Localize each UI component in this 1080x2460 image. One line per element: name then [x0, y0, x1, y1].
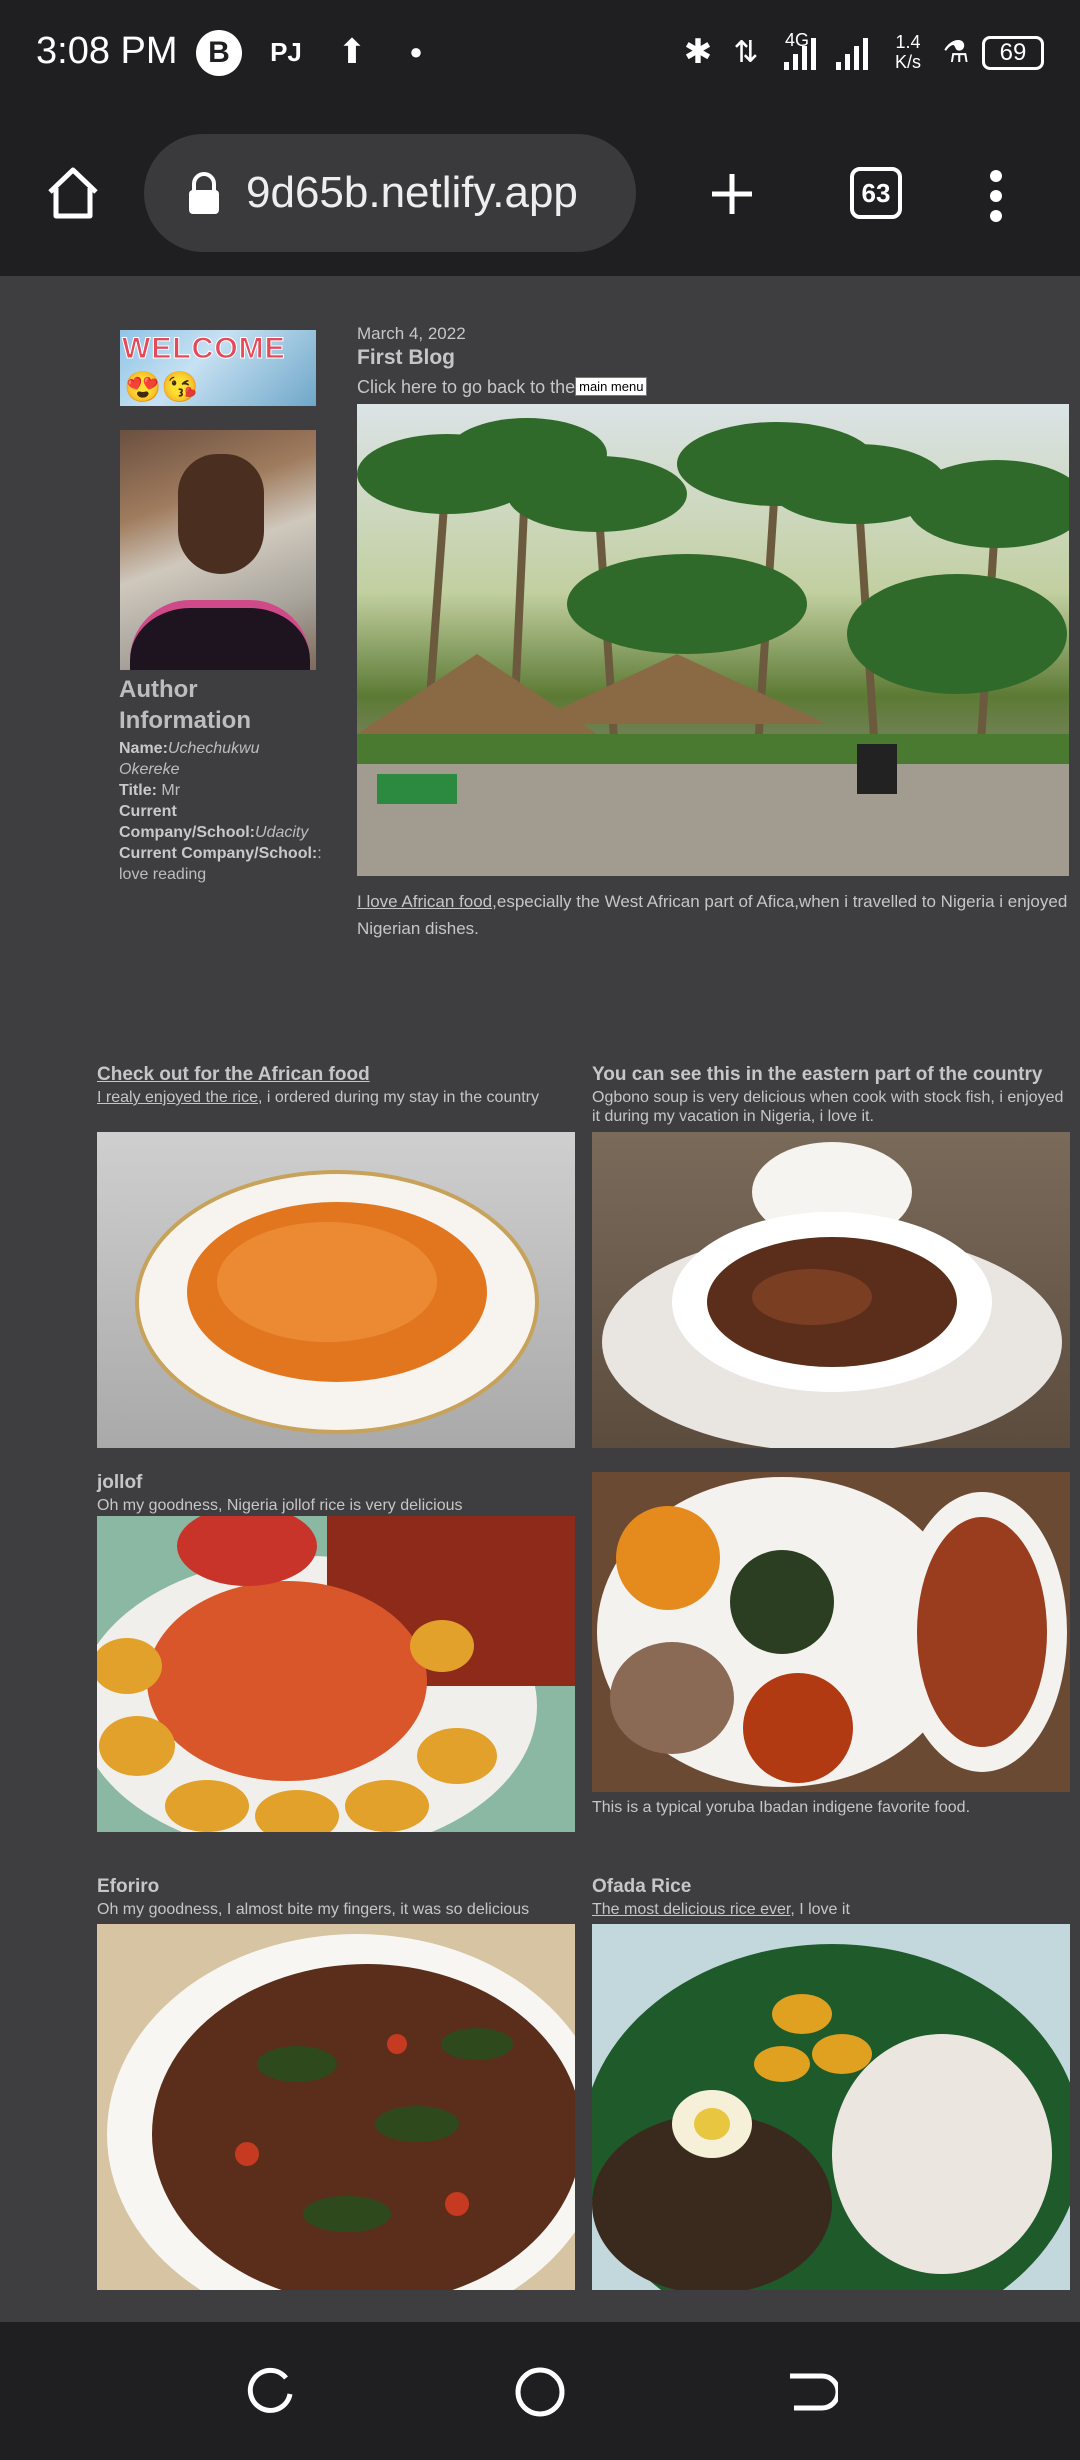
author-face [178, 454, 264, 574]
network-speed: 1.4 K/s [894, 32, 921, 72]
back-text-label: Click here to go back to the [357, 377, 576, 397]
welcome-emoji: 😍😘 [124, 371, 199, 404]
food1-subtitle-text: , i ordered during my stay in the countr… [257, 1089, 540, 1106]
flask-icon: ⚗ [942, 35, 970, 69]
amala-ewedu-image [592, 1472, 1070, 1792]
welcome-text: WELCOME [122, 332, 286, 366]
new-tab-icon[interactable] [708, 170, 756, 218]
food6-subtitle: The most delicious rice ever, I love it [592, 1900, 1070, 1919]
food3-subtitle: Oh my goodness, Nigeria jollof rice is v… [97, 1497, 463, 1514]
bluetooth-icon: ✱ [683, 33, 713, 71]
food1-link[interactable]: I realy enjoyed the rice [97, 1089, 258, 1106]
food2-subtitle: Ogbono soup is very delicious when cook … [592, 1089, 1064, 1125]
home-nav-icon[interactable] [512, 2364, 568, 2420]
food6-link[interactable]: The most delicious rice ever [592, 1901, 790, 1918]
palm-trees-graphic [357, 418, 1069, 876]
tab-switcher-button[interactable]: 63 [850, 167, 902, 219]
company-label: Current Company/School: [119, 803, 256, 841]
eforiro-bowl-graphic [107, 1934, 575, 2290]
app-icon: PJ [270, 36, 302, 67]
food5-title: Eforiro [97, 1876, 160, 1897]
blog-caption: I love African food,especially the West … [357, 888, 1069, 942]
caption-link[interactable]: I love African food [357, 892, 492, 911]
welcome-image: WELCOME 😍😘 [120, 330, 316, 406]
upload-icon: ⬆ [337, 33, 367, 71]
recent-apps-icon[interactable] [242, 2364, 298, 2420]
more-menu-icon[interactable] [984, 168, 1008, 224]
ofada-rice-image [592, 1924, 1070, 2290]
url-text[interactable]: 9d65b.netlify.app [246, 168, 578, 218]
battery-level: 69 [999, 39, 1027, 66]
lock-icon [189, 172, 219, 214]
status-time: 3:08 PM [36, 30, 178, 72]
system-nav-bar [0, 2322, 1080, 2460]
name-label: Name: [119, 740, 168, 757]
back-nav-icon[interactable] [782, 2364, 838, 2420]
soup-bowl-graphic [602, 1142, 1062, 1448]
author-shirt [130, 600, 310, 670]
data-transfer-icon: ⇅ [733, 35, 759, 69]
blog-title: First Blog [357, 346, 455, 369]
beach-hero-image [357, 404, 1069, 876]
ofada-leaf-graphic [592, 1944, 1070, 2290]
blog-date: March 4, 2022 [357, 324, 466, 343]
food6-subtitle-text: , I love it [790, 1901, 850, 1918]
author-info: Name:Uchechukwu Okereke Title: Mr Curren… [119, 738, 324, 885]
status-bar: 3:08 PM B PJ ⬆ ● ✱ ⇅ 4G 1.4 K/s ⚗ 69 [0, 0, 1080, 110]
jollof-plate-graphic [97, 1516, 575, 1832]
address-bar[interactable]: 9d65b.netlify.app [144, 134, 636, 252]
battery-icon: 69 [982, 36, 1044, 70]
company-value: Udacity [255, 824, 309, 841]
home-icon[interactable] [44, 164, 102, 222]
title-label: Title: [119, 782, 157, 799]
company2-label: Current Company/School: [119, 845, 318, 862]
food1-title[interactable]: Check out for the African food [97, 1064, 370, 1086]
ogbono-soup-image [592, 1132, 1070, 1448]
jollof-plantain-image [97, 1516, 575, 1832]
tab-count: 63 [861, 177, 891, 208]
food6-title: Ofada Rice [592, 1876, 692, 1897]
browser-toolbar: 9d65b.netlify.app 63 [0, 110, 1080, 276]
jollof-rice-bowl-image [97, 1132, 575, 1448]
author-heading: Author Information [119, 676, 251, 734]
amala-plate-graphic [597, 1477, 1067, 1787]
food4-caption: This is a typical yoruba Ibadan indigene… [592, 1799, 971, 1816]
eforiro-image [97, 1924, 575, 2290]
back-text: Click here to go back to the main menu [357, 377, 648, 398]
rice-bowl-graphic [135, 1170, 539, 1434]
food5-subtitle: Oh my goodness, I almost bite my fingers… [97, 1901, 530, 1918]
signal-bars-icon [784, 38, 868, 70]
dot-icon: ● [409, 39, 423, 64]
food2-title: You can see this in the eastern part of … [592, 1064, 1043, 1085]
author-photo [120, 430, 316, 670]
food3-title: jollof [97, 1472, 143, 1493]
main-menu-button[interactable]: main menu [575, 377, 648, 396]
b-badge-icon: B [196, 30, 242, 76]
food1-subtitle: I realy enjoyed the rice, i ordered duri… [97, 1088, 575, 1107]
title-value: Mr [156, 782, 181, 799]
web-page: WELCOME 😍😘 Author Information Name:Uchec… [0, 276, 1080, 2322]
